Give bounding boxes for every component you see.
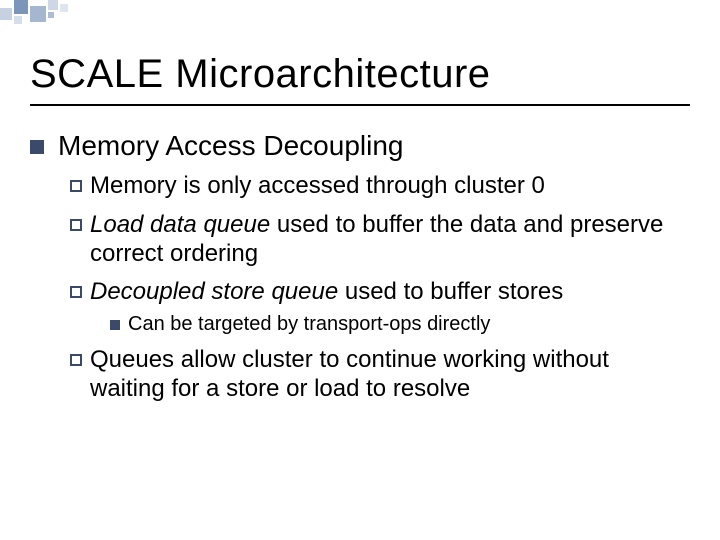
level2-text: Memory is only accessed through cluster … (90, 172, 545, 201)
hollow-square-icon (70, 180, 82, 192)
level2-text: Load data queue used to buffer the data … (90, 211, 690, 269)
hollow-square-icon (70, 286, 82, 298)
level3-text: Can be targeted by transport-ops directl… (128, 313, 490, 336)
bullet-level2: Load data queue used to buffer the data … (70, 211, 690, 269)
hollow-square-icon (70, 354, 82, 366)
title-underline (30, 104, 690, 106)
level2-text: Decoupled store queue used to buffer sto… (90, 278, 563, 307)
slide-title: SCALE Microarchitecture (30, 52, 491, 97)
slide-content: Memory Access Decoupling Memory is only … (30, 130, 690, 406)
square-bullet-icon (30, 140, 44, 154)
bullet-level1: Memory Access Decoupling (30, 130, 690, 162)
corner-decoration (0, 0, 120, 24)
text-span: used to buffer stores (338, 278, 563, 305)
italic-term: Decoupled store queue (90, 278, 338, 305)
italic-term: Load data queue (90, 211, 270, 238)
square-bullet-icon (110, 320, 120, 330)
level1-text: Memory Access Decoupling (58, 130, 403, 162)
bullet-level2: Queues allow cluster to continue working… (70, 346, 690, 404)
bullet-level3: Can be targeted by transport-ops directl… (110, 313, 690, 336)
hollow-square-icon (70, 219, 82, 231)
bullet-level2: Decoupled store queue used to buffer sto… (70, 278, 690, 307)
level2-text: Queues allow cluster to continue working… (90, 346, 690, 404)
bullet-level2: Memory is only accessed through cluster … (70, 172, 690, 201)
